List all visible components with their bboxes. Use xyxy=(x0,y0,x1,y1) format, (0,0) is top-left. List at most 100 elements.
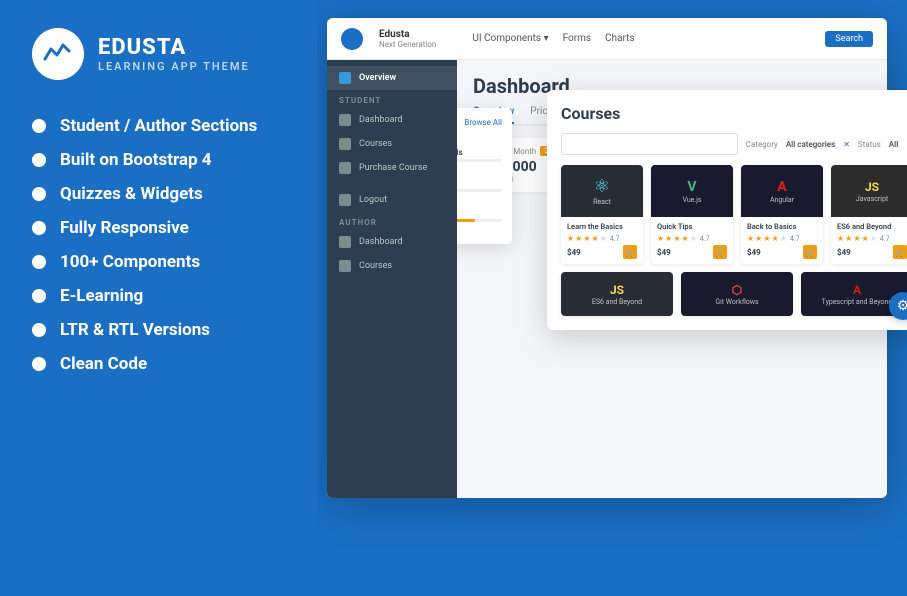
brand-subtitle: LEARNING APP THEME xyxy=(98,60,250,73)
cart-btn-react[interactable]: 🛒 xyxy=(623,245,637,259)
logout-icon xyxy=(339,194,351,206)
course-thumb-vue: V Vue.js xyxy=(651,165,733,217)
course-tile-git: ⬡ Git Workflows xyxy=(681,272,793,316)
feature-item-cleancode: Clean Code xyxy=(32,354,348,374)
courses-card-title: Courses xyxy=(561,104,907,123)
overview-icon xyxy=(339,72,351,84)
course-tile-react: ⚛ React Learn the Basics ★★★★★ 4.7 $49 🛒 xyxy=(561,165,643,264)
cart-btn-js[interactable]: 🛒 xyxy=(893,245,907,259)
sidebar-author-label: AUTHOR xyxy=(327,212,457,230)
feature-label-responsive: Fully Responsive xyxy=(60,218,189,238)
course-stars-js: ★★★★★ 4.7 xyxy=(837,234,907,243)
courses-category-clear[interactable]: ✕ xyxy=(843,140,850,149)
nav-brand-name: Edusta xyxy=(379,29,436,40)
nav-logo xyxy=(341,28,363,50)
feature-item-responsive: Fully Responsive xyxy=(32,218,348,238)
cart-btn-vue[interactable]: 🛒 xyxy=(713,245,727,259)
sidebar-courses-label: Courses xyxy=(359,139,392,149)
courses-status-val: All xyxy=(889,140,899,149)
course-price-angular: $49 🛒 xyxy=(747,245,817,259)
courses-search-input[interactable] xyxy=(561,133,738,155)
course-title-react: Learn the Basics xyxy=(567,222,637,231)
sidebar-item-dashboard[interactable]: Dashboard xyxy=(327,108,457,132)
sidebar-author-dashboard-label: Dashboard xyxy=(359,237,403,247)
sidebar-item-logout[interactable]: Logout xyxy=(327,188,457,212)
nav-link-ui[interactable]: UI Components ▾ xyxy=(472,33,548,44)
courses-category-val: All categories xyxy=(786,140,835,149)
feature-list: Student / Author Sections Built on Boots… xyxy=(32,116,348,374)
course-price-js: $49 🛒 xyxy=(837,245,907,259)
purchase-icon xyxy=(339,162,351,174)
course-info-vue: Quick Tips ★★★★★ 4.7 $49 🛒 xyxy=(651,217,733,264)
ip-fill-js xyxy=(457,219,475,222)
feature-bullet-quizzes xyxy=(32,187,46,201)
sidebar-student-label: STUDENT xyxy=(327,90,457,108)
es6-icon: JS xyxy=(610,283,624,297)
feature-bullet-components xyxy=(32,255,46,269)
ip-item-text-js: ES6 Foundations xyxy=(457,208,502,222)
feature-item-student-author: Student / Author Sections xyxy=(32,116,348,136)
ip-progress-js xyxy=(457,219,502,222)
rating-react: 4.7 xyxy=(610,235,620,243)
ip-progress-angular xyxy=(457,189,502,192)
ip-item-vue: V Learn Vue.js Fundamentals xyxy=(457,144,502,166)
sidebar-overview-label: Overview xyxy=(359,73,396,83)
courses-grid: ⚛ React Learn the Basics ★★★★★ 4.7 $49 🛒 xyxy=(561,165,907,264)
course-info-js: ES6 and Beyond ★★★★★ 4.7 $49 🛒 xyxy=(831,217,907,264)
nav-brand-sub: Next Generation xyxy=(379,40,436,49)
js-tech-label: Javascript xyxy=(856,195,888,203)
sidebar-item-courses[interactable]: Courses xyxy=(327,132,457,156)
feature-label-student-author: Student / Author Sections xyxy=(60,116,257,136)
nav-link-charts[interactable]: Charts xyxy=(605,33,635,44)
feature-bullet-cleancode xyxy=(32,357,46,371)
courses-status-label: Status xyxy=(858,140,881,149)
sidebar: Overview STUDENT Dashboard Courses Purch… xyxy=(327,60,457,498)
nav-brand: Edusta Next Generation xyxy=(379,29,436,49)
feature-label-cleancode: Clean Code xyxy=(60,354,147,374)
course-tile-angular: A Angular Back to Basics ★★★★★ 4.7 $49 🛒 xyxy=(741,165,823,264)
author-courses-icon xyxy=(339,260,351,272)
rating-vue: 4.7 xyxy=(700,235,710,243)
ts-icon: A xyxy=(853,283,861,297)
course-title-vue: Quick Tips xyxy=(657,222,727,231)
feature-bullet-bootstrap4 xyxy=(32,153,46,167)
ip-item-name-vue: Learn Vue.js Fundamentals xyxy=(457,148,502,157)
course-stars-angular: ★★★★★ 4.7 xyxy=(747,234,817,243)
brand-text: EDUSTA LEARNING APP THEME xyxy=(98,35,250,73)
nav-link-forms[interactable]: Forms xyxy=(563,33,591,44)
ip-browse[interactable]: Browse All xyxy=(464,118,502,138)
feature-item-quizzes: Quizzes & Widgets xyxy=(32,184,348,204)
course-stars-react: ★★★★★ 4.7 xyxy=(567,234,637,243)
course-price-react: $49 🛒 xyxy=(567,245,637,259)
course-title-angular: Back to Basics xyxy=(747,222,817,231)
course-thumb-git: ⬡ Git Workflows xyxy=(681,272,793,316)
courses-category-label: Category xyxy=(746,140,778,149)
sidebar-item-overview[interactable]: Overview xyxy=(327,66,457,90)
sidebar-item-purchase[interactable]: Purchase Course xyxy=(327,156,457,180)
feature-bullet-student-author xyxy=(32,119,46,133)
ip-item-name-angular: Angular in Steps xyxy=(457,178,502,187)
ip-item-text-vue: Learn Vue.js Fundamentals xyxy=(457,148,502,162)
course-price-vue: $49 🛒 xyxy=(657,245,727,259)
course-tile-vue: V Vue.js Quick Tips ★★★★★ 4.7 $49 🛒 xyxy=(651,165,733,264)
course-tile-es6: JS ES6 and Beyond xyxy=(561,272,673,316)
course-thumb-js: JS Javascript xyxy=(831,165,907,217)
course-title-js: ES6 and Beyond xyxy=(837,222,907,231)
git-icon: ⬡ xyxy=(732,283,742,297)
sidebar-author-courses-label: Courses xyxy=(359,261,392,271)
course-thumb-react: ⚛ React xyxy=(561,165,643,217)
course-info-angular: Back to Basics ★★★★★ 4.7 $49 🛒 xyxy=(741,217,823,264)
nav-search-btn[interactable]: Search xyxy=(825,31,873,47)
cart-btn-angular[interactable]: 🛒 xyxy=(803,245,817,259)
angular-icon: A xyxy=(777,179,786,195)
feature-item-rtl: LTR & RTL Versions xyxy=(32,320,348,340)
app-nav: Edusta Next Generation UI Components ▾ F… xyxy=(327,18,887,60)
course-thumb-angular: A Angular xyxy=(741,165,823,217)
ip-item-angular: A Angular in Steps xyxy=(457,174,502,196)
courses-card: Courses Category All categories ✕ Status… xyxy=(547,90,907,330)
in-progress-card: In Progress Your recent courses Browse A… xyxy=(457,108,512,244)
course-stars-vue: ★★★★★ 4.7 xyxy=(657,234,727,243)
sidebar-item-author-dashboard[interactable]: Dashboard xyxy=(327,230,457,254)
sidebar-item-author-courses[interactable]: Courses xyxy=(327,254,457,278)
feature-item-components: 100+ Components xyxy=(32,252,348,272)
